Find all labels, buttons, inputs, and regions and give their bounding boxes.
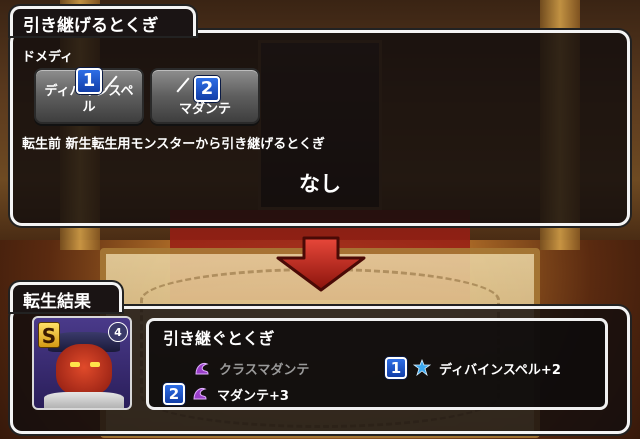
- skill-number-badge: 1: [76, 68, 102, 94]
- monster-eye: [70, 362, 80, 367]
- no-skills-text: なし: [299, 172, 341, 196]
- rank-badge: S: [38, 322, 60, 348]
- skill-number-badge: 1: [385, 357, 407, 379]
- purple-spell-icon: [193, 388, 207, 400]
- inherited-skills-title: 引き継ぐとくぎ: [163, 329, 275, 348]
- skill-label: マダンテ+3: [217, 388, 289, 404]
- purple-spell-icon: [195, 362, 209, 374]
- inherited-skills-box: 引き継ぐとくぎ クラスマダンテ 1 ディバインスペル+2 2 マダンテ+3: [146, 318, 608, 410]
- down-arrow-icon: [276, 236, 366, 292]
- monster-eye: [90, 362, 100, 367]
- skill-label: ディバインスペル+2: [439, 362, 561, 378]
- monster-portrait[interactable]: S 4: [32, 316, 132, 410]
- skill-button-label: マダンテ: [178, 102, 231, 117]
- plus-level-badge: 4: [108, 322, 128, 342]
- skill-button-divine-spell[interactable]: ディバインスペル 1: [34, 68, 144, 124]
- monster-body: [44, 392, 124, 408]
- sparkle-icon: [176, 77, 190, 93]
- rebirth-result-title: 転生結果: [10, 282, 122, 312]
- inherit-description: 転生前 新生転生用モンスターから引き継げるとくぎ: [22, 137, 325, 152]
- monster-face: [56, 344, 112, 396]
- skill-number-badge: 2: [194, 76, 220, 102]
- inheritable-skills-title: 引き継げるとくぎ: [10, 6, 196, 36]
- inherited-skill-madante: 2 マダンテ+3: [163, 383, 289, 405]
- inherited-skill-class-madante: クラスマダンテ: [193, 359, 309, 378]
- blue-star-icon: [413, 359, 431, 377]
- skill-button-madante[interactable]: 2 マダンテ: [150, 68, 260, 124]
- inherited-skill-divine-spell: 1 ディバインスペル+2: [385, 357, 561, 379]
- source-monster-name: ドメディ: [22, 50, 74, 65]
- skill-label: クラスマダンテ: [219, 363, 310, 378]
- skill-number-badge: 2: [163, 383, 185, 405]
